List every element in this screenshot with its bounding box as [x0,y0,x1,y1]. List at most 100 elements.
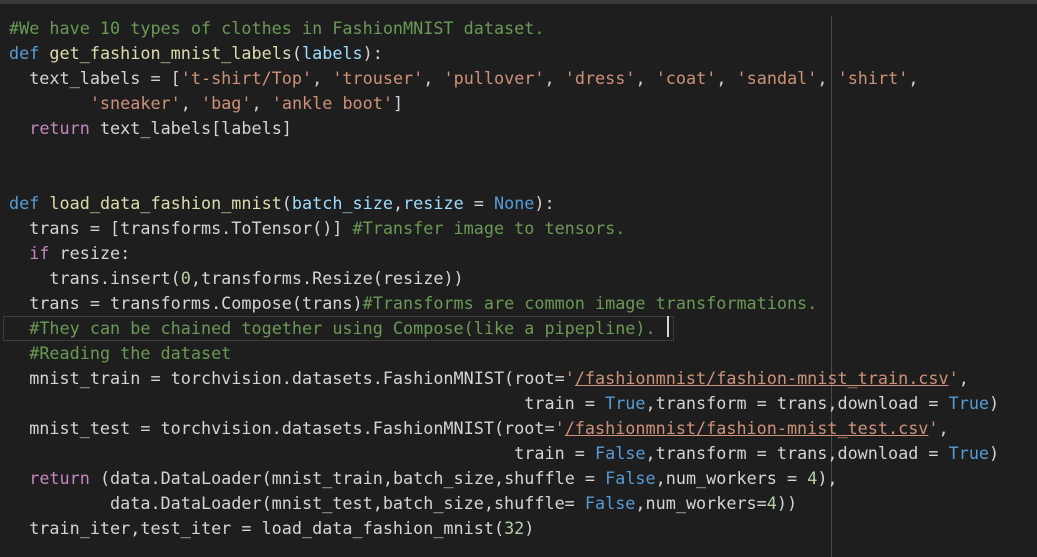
code-token: ( [291,43,303,63]
code-token: #They can be chained together using Comp… [29,318,656,338]
code-token: ,num_workers = [655,468,808,488]
code-token: #Reading the dataset [29,343,232,363]
code-token: 0 [180,268,191,288]
code-line[interactable] [9,166,1037,191]
code-token: trans.insert( [9,268,181,288]
code-token: labels [302,43,363,63]
code-token: (data.DataLoader(mnist_train,batch_size,… [89,468,606,488]
code-token: 'ankle boot' [271,93,393,113]
code-token: load_data_fashion_mnist [49,193,282,213]
code-token: 'dress' [564,68,636,88]
code-token: 'shirt' [837,68,909,88]
code-token: True [948,393,990,413]
code-token: ' [948,368,959,388]
code-token: ' [928,418,939,438]
code-token: resize [403,193,464,213]
code-token: False [584,493,636,513]
code-token: return [29,118,90,138]
code-token: , [392,193,404,213]
code-token: batch_size [291,193,393,213]
code-editor[interactable]: #We have 10 types of clothes in FashionM… [3,16,1037,541]
code-token: , [938,418,949,438]
code-token: , [716,68,737,88]
code-token: , [180,93,201,113]
code-token: def [9,193,50,213]
code-token: , [544,68,565,88]
code-token: return [29,468,90,488]
code-token: ), [817,468,838,488]
code-line[interactable]: if resize: [9,241,1037,266]
code-token: 'bag' [200,93,252,113]
code-token: text_labels = [ [9,68,181,88]
code-line[interactable]: trans = transforms.Compose(trans)#Transf… [9,291,1037,316]
code-token: trans = [transforms.ToTensor()] [9,218,353,238]
code-token: ) [989,443,1000,463]
code-token: , [423,68,444,88]
code-token: True [605,393,646,413]
code-line[interactable]: #Reading the dataset [9,341,1037,366]
code-line[interactable]: #They can be chained together using Comp… [3,316,674,341]
code-token: True [948,443,990,463]
code-line[interactable]: 'sneaker', 'bag', 'ankle boot'] [9,91,1037,116]
code-token: False [594,443,646,463]
code-line[interactable]: return text_labels[labels] [9,116,1037,141]
text-cursor [667,316,669,337]
code-line[interactable]: return (data.DataLoader(mnist_train,batc… [9,466,1037,491]
code-token: , [908,68,919,88]
code-token: , [312,68,333,88]
code-token: , [251,93,272,113]
code-token: 4 [766,493,777,513]
code-line[interactable]: train = True,transform = trans,download … [9,391,1037,416]
code-line[interactable]: def get_fashion_mnist_labels(labels): [9,41,1037,66]
code-line[interactable]: train_iter,test_iter = load_data_fashion… [9,516,1037,541]
code-line[interactable]: def load_data_fashion_mnist(batch_size,r… [9,191,1037,216]
code-token: ,transform = trans,download = [645,443,949,463]
code-token: False [605,468,656,488]
code-line[interactable]: train = False,transform = trans,download… [9,441,1037,466]
code-token: = [463,193,494,213]
code-token: train = [9,393,606,413]
code-token: ,transforms.Resize(resize)) [190,268,464,288]
code-token: ,num_workers= [635,493,767,513]
code-token: 'trouser' [332,68,424,88]
code-token: , [817,68,838,88]
code-line[interactable]: #We have 10 types of clothes in FashionM… [9,16,1037,41]
code-line[interactable] [9,141,1037,166]
code-line[interactable]: mnist_test = torchvision.datasets.Fashio… [9,416,1037,441]
code-token: 'pullover' [443,68,545,88]
code-line[interactable]: mnist_train = torchvision.datasets.Fashi… [9,366,1037,391]
code-token: #Transforms are common image transformat… [362,293,818,313]
code-token: ,transform = trans,download = [645,393,949,413]
top-border [0,0,1037,4]
code-token: train_iter,test_iter = load_data_fashion… [9,518,505,538]
code-token: text_labels[labels] [89,118,292,138]
code-line[interactable]: trans.insert(0,transforms.Resize(resize)… [9,266,1037,291]
code-token: mnist_train = torchvision.datasets.Fashi… [9,368,565,388]
code-line[interactable]: data.DataLoader(mnist_test,batch_size,sh… [9,491,1037,516]
code-token: ' [554,418,565,438]
code-token: trans = transforms.Compose(trans) [9,293,363,313]
code-token: /fashionmnist/fashion-mnist_train.csv [574,368,949,388]
code-token: ] [392,93,404,113]
code-line[interactable]: text_labels = ['t-shirt/Top', 'trouser',… [9,66,1037,91]
code-token: 'sandal' [736,68,818,88]
code-token: 'coat' [655,68,717,88]
code-token: #Transfer image to tensors. [352,218,626,238]
code-token: ( [281,193,292,213]
code-token: , [635,68,656,88]
code-token: ) [524,518,535,538]
code-token: 32 [504,518,525,538]
code-token: ) [989,393,1000,413]
code-token: ): [362,43,383,63]
code-token: if [29,243,50,263]
code-line[interactable]: trans = [transforms.ToTensor()] #Transfe… [9,216,1037,241]
code-token: )) [776,493,798,513]
code-token: None [494,193,535,213]
code-token: def [9,43,50,63]
